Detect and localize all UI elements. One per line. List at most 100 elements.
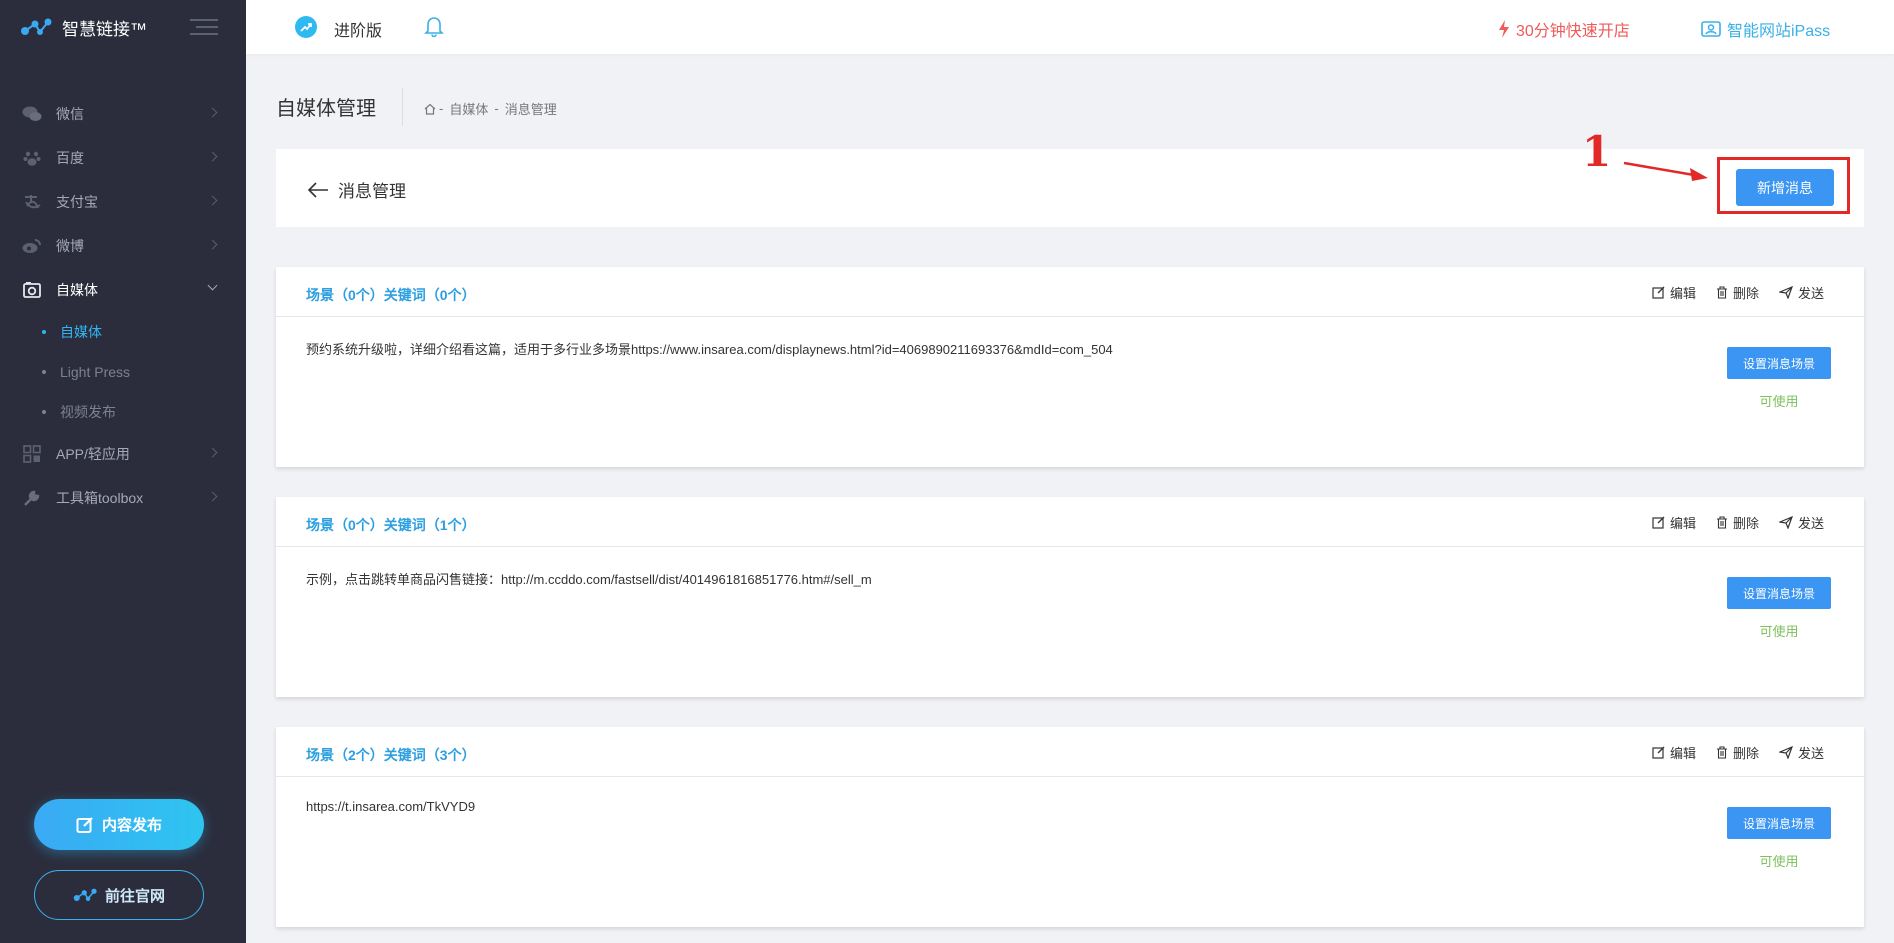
breadcrumb-separator: - <box>494 101 499 116</box>
sidebar-item-wechat[interactable]: 微信 <box>0 92 246 136</box>
version-label[interactable]: 进阶版 <box>334 17 382 41</box>
scene-keyword-label[interactable]: 场景（2个）关键词（3个） <box>306 745 476 765</box>
back-button[interactable]: 消息管理 <box>306 177 406 202</box>
annotation-highlight-box <box>1717 157 1850 214</box>
card-header: 场景（0个）关键词（0个） 编辑 删除 发送 <box>276 267 1864 317</box>
bell-icon[interactable] <box>424 15 444 42</box>
wrench-icon <box>22 488 42 508</box>
sidebar-item-app[interactable]: APP/轻应用 <box>0 432 246 476</box>
camera-icon <box>22 280 42 300</box>
arrow-left-icon <box>307 181 328 198</box>
edit-label: 编辑 <box>1669 516 1696 531</box>
send-button[interactable]: 发送 <box>1778 743 1824 762</box>
sidebar-item-label: 支付宝 <box>56 194 98 210</box>
publish-label: 内容发布 <box>101 817 162 834</box>
scene-keyword-label[interactable]: 场景（0个）关键词（0个） <box>306 285 476 305</box>
breadcrumb: - 自媒体 - 消息管理 <box>424 99 560 118</box>
sidebar-item-self-media[interactable]: 自媒体 <box>0 268 246 312</box>
publish-content-button[interactable]: 内容发布 <box>34 799 204 850</box>
subitem-label: 自媒体 <box>60 324 102 340</box>
send-label: 发送 <box>1797 286 1824 301</box>
chevron-right-icon <box>207 447 218 458</box>
send-label: 发送 <box>1797 516 1824 531</box>
set-scene-button[interactable]: 设置消息场景 <box>1727 807 1831 839</box>
quick-open-link[interactable]: 30分钟快速开店 <box>1498 17 1630 41</box>
message-card: 场景（0个）关键词（1个） 编辑 删除 发送 示例，点击跳转单商品闪售链接：ht… <box>276 497 1864 697</box>
site-label: 前往官网 <box>104 887 165 905</box>
card-header: 场景（2个）关键词（3个） 编辑 删除 发送 <box>276 727 1864 777</box>
chevron-right-icon <box>207 239 218 250</box>
weibo-icon <box>22 236 42 256</box>
edit-button[interactable]: 编辑 <box>1652 513 1696 532</box>
sidebar-item-baidu[interactable]: 百度 <box>0 136 246 180</box>
delete-button[interactable]: 删除 <box>1716 743 1759 762</box>
send-button[interactable]: 发送 <box>1778 513 1824 532</box>
visit-website-button[interactable]: 前往官网 <box>34 870 204 920</box>
edit-button[interactable]: 编辑 <box>1652 283 1696 302</box>
logo-icon <box>20 17 52 37</box>
set-scene-button[interactable]: 设置消息场景 <box>1727 347 1831 379</box>
sidebar-menu: 微信 百度 支付宝 微博 自媒体 自媒体 Light Press 视频发布 AP… <box>0 92 246 520</box>
edit-label: 编辑 <box>1669 746 1696 761</box>
card-actions: 编辑 删除 发送 <box>1632 513 1824 532</box>
sidebar-item-label: 微博 <box>56 238 84 254</box>
message-content: https://t.insarea.com/TkVYD9 <box>306 799 476 814</box>
delete-button[interactable]: 删除 <box>1716 283 1759 302</box>
annotation-arrow-icon <box>1623 161 1708 181</box>
bullet-icon <box>42 410 46 414</box>
subitem-light-press[interactable]: Light Press <box>0 352 246 392</box>
subitem-video-publish[interactable]: 视频发布 <box>0 392 246 432</box>
subitem-label: 视频发布 <box>60 404 116 420</box>
edit-icon <box>76 816 93 833</box>
brand-name: 智慧链接™ <box>62 19 147 39</box>
logo-icon <box>73 888 97 901</box>
quick-open-label: 30分钟快速开店 <box>1516 23 1630 40</box>
paper-plane-icon <box>1778 286 1793 299</box>
message-card: 场景（2个）关键词（3个） 编辑 删除 发送 https://t.insarea… <box>276 727 1864 927</box>
chevron-right-icon <box>207 195 218 206</box>
delete-label: 删除 <box>1732 516 1759 531</box>
menu-toggle-icon[interactable] <box>190 19 218 37</box>
subitem-label: Light Press <box>60 364 131 380</box>
breadcrumb-item: 消息管理 <box>504 102 557 117</box>
send-button[interactable]: 发送 <box>1778 283 1824 302</box>
trend-up-icon <box>295 16 317 38</box>
card-header: 场景（0个）关键词（1个） 编辑 删除 发送 <box>276 497 1864 547</box>
page-title: 自媒体管理 <box>276 98 376 120</box>
paper-plane-icon <box>1778 516 1793 529</box>
message-content: 预约系统升级啦，详细介绍看这篇，适用于多行业多场景https://www.ins… <box>306 342 1113 357</box>
status-badge: 可使用 <box>1759 394 1799 409</box>
top-bar: 进阶版 30分钟快速开店 智能网站iPass <box>246 0 1894 54</box>
wechat-icon <box>22 104 42 124</box>
sidebar-item-label: 百度 <box>56 150 84 166</box>
sidebar: 智慧链接™ 微信 百度 支付宝 微博 自媒体 自媒体 Light Press 视… <box>0 0 246 943</box>
sidebar-item-weibo[interactable]: 微博 <box>0 224 246 268</box>
status-badge: 可使用 <box>1759 854 1799 869</box>
set-scene-button[interactable]: 设置消息场景 <box>1727 577 1831 609</box>
status-badge: 可使用 <box>1759 624 1799 639</box>
breadcrumb-item[interactable]: 自媒体 <box>449 99 488 118</box>
edit-icon <box>1652 746 1665 759</box>
ipass-link[interactable]: 智能网站iPass <box>1701 17 1830 41</box>
message-card: 场景（0个）关键词（0个） 编辑 删除 发送 预约系统升级啦，详细介绍看这篇，适… <box>276 267 1864 467</box>
paper-plane-icon <box>1778 746 1793 759</box>
subitem-self-media[interactable]: 自媒体 <box>0 312 246 352</box>
lightning-icon <box>1499 20 1509 38</box>
chevron-right-icon <box>207 107 218 118</box>
bullet-icon <box>42 330 46 334</box>
sidebar-item-label: APP/轻应用 <box>56 446 130 462</box>
trash-icon <box>1716 286 1727 299</box>
edit-button[interactable]: 编辑 <box>1652 743 1696 762</box>
edit-label: 编辑 <box>1669 286 1696 301</box>
sidebar-item-toolbox[interactable]: 工具箱toolbox <box>0 476 246 520</box>
breadcrumb-separator: - <box>439 101 444 116</box>
home-icon[interactable] <box>424 103 436 115</box>
scene-keyword-label[interactable]: 场景（0个）关键词（1个） <box>306 515 476 535</box>
delete-button[interactable]: 删除 <box>1716 513 1759 532</box>
alipay-icon <box>22 192 42 212</box>
edit-icon <box>1652 516 1665 529</box>
card-actions: 编辑 删除 发送 <box>1632 743 1824 762</box>
annotation-number: 1 <box>1582 127 1612 176</box>
sidebar-item-alipay[interactable]: 支付宝 <box>0 180 246 224</box>
sidebar-item-label: 工具箱toolbox <box>56 490 144 506</box>
